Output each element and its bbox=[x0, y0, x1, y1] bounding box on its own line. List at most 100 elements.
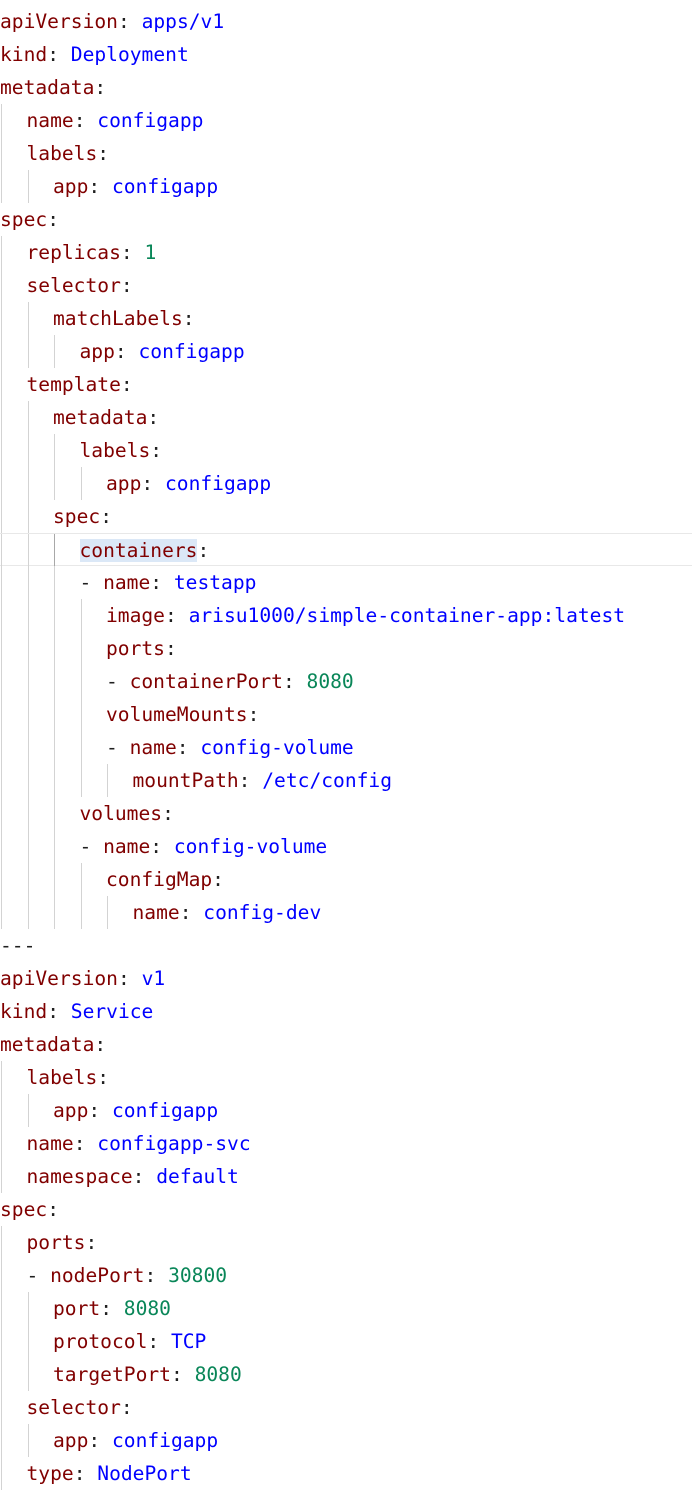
code-line[interactable]: name: configapp bbox=[0, 104, 692, 137]
yaml-key: volumeMounts bbox=[106, 703, 248, 726]
indent-guide bbox=[27, 534, 29, 567]
code-line[interactable]: metadata: bbox=[0, 1028, 692, 1061]
indent-guide bbox=[1, 1160, 2, 1193]
code-line[interactable]: spec: bbox=[0, 1193, 692, 1226]
indent-guide bbox=[80, 731, 82, 764]
code-line[interactable]: apiVersion: v1 bbox=[0, 962, 692, 995]
code-line[interactable]: metadata: bbox=[0, 71, 692, 104]
code-line[interactable]: containers: bbox=[0, 533, 692, 567]
code-line[interactable]: app: configapp bbox=[0, 467, 692, 500]
code-line[interactable]: ports: bbox=[0, 632, 692, 665]
indent-guide bbox=[54, 599, 55, 632]
code-line[interactable]: configMap: bbox=[0, 863, 692, 896]
indent-guide bbox=[1, 1358, 2, 1391]
yaml-colon: : bbox=[47, 1000, 59, 1023]
code-line[interactable]: name: configapp-svc bbox=[0, 1127, 692, 1160]
yaml-colon: : bbox=[120, 1396, 133, 1419]
yaml-colon: : bbox=[164, 604, 177, 627]
indent-guide bbox=[27, 1094, 29, 1127]
indent-guide bbox=[1, 1094, 2, 1127]
yaml-key: containers bbox=[79, 539, 198, 562]
code-line[interactable]: spec: bbox=[0, 203, 692, 236]
code-text: metadata: bbox=[0, 71, 106, 104]
code-line[interactable]: selector: bbox=[0, 1391, 692, 1424]
yaml-value: config-volume bbox=[200, 736, 354, 759]
indent-guide bbox=[1, 269, 2, 302]
yaml-value: config-volume bbox=[173, 835, 328, 858]
indent-guide bbox=[27, 170, 29, 203]
code-text: configMap: bbox=[106, 863, 224, 896]
code-line[interactable]: metadata: bbox=[0, 401, 692, 434]
code-line[interactable]: app: configapp bbox=[0, 1424, 692, 1457]
indent-guide bbox=[1, 665, 2, 698]
code-line[interactable]: selector: bbox=[0, 269, 692, 302]
code-line[interactable]: apiVersion: apps/v1 bbox=[0, 5, 692, 38]
yaml-space bbox=[189, 736, 201, 759]
code-line[interactable]: labels: bbox=[0, 137, 692, 170]
indent-guide bbox=[80, 863, 82, 896]
code-line[interactable]: port: 8080 bbox=[0, 1292, 692, 1325]
yaml-key: app bbox=[106, 472, 142, 495]
code-text: protocol: TCP bbox=[53, 1325, 206, 1358]
yaml-value: configapp bbox=[138, 340, 245, 363]
code-line[interactable]: matchLabels: bbox=[0, 302, 692, 335]
indent-guide bbox=[27, 335, 29, 368]
code-text: labels: bbox=[27, 1061, 110, 1094]
yaml-key: namespace bbox=[26, 1165, 133, 1188]
yaml-colon: : bbox=[120, 241, 133, 264]
code-line[interactable]: labels: bbox=[0, 1061, 692, 1094]
code-text: - containerPort: 8080 bbox=[106, 665, 354, 698]
code-line[interactable]: - nodePort: 30800 bbox=[0, 1259, 692, 1292]
indent-guide bbox=[27, 1325, 29, 1358]
code-line[interactable]: image: arisu1000/simple-container-app:la… bbox=[0, 599, 692, 632]
code-line[interactable]: app: configapp bbox=[0, 335, 692, 368]
yaml-space bbox=[144, 1165, 156, 1188]
indent-guide bbox=[27, 566, 29, 599]
code-line[interactable]: - name: config-volume bbox=[0, 830, 692, 863]
indent-guide bbox=[27, 467, 29, 500]
code-line[interactable]: namespace: default bbox=[0, 1160, 692, 1193]
code-line[interactable]: type: NodePort bbox=[0, 1457, 692, 1490]
code-line[interactable]: - containerPort: 8080 bbox=[0, 665, 692, 698]
code-line[interactable]: template: bbox=[0, 368, 692, 401]
code-text: volumes: bbox=[80, 797, 174, 830]
code-line[interactable]: targetPort: 8080 bbox=[0, 1358, 692, 1391]
indent-guide bbox=[1, 1391, 2, 1424]
code-line[interactable]: --- bbox=[0, 929, 692, 962]
code-line[interactable]: app: configapp bbox=[0, 170, 692, 203]
code-line[interactable]: app: configapp bbox=[0, 1094, 692, 1127]
indent-guide bbox=[54, 863, 55, 896]
document-separator: --- bbox=[0, 934, 36, 957]
indent-guide bbox=[27, 665, 29, 698]
yaml-colon: : bbox=[132, 1165, 145, 1188]
code-line[interactable]: volumeMounts: bbox=[0, 698, 692, 731]
code-line[interactable]: ports: bbox=[0, 1226, 692, 1259]
yaml-colon: : bbox=[238, 769, 251, 792]
code-line[interactable]: kind: Service bbox=[0, 995, 692, 1028]
indent-guide bbox=[27, 698, 29, 731]
yaml-colon: : bbox=[97, 1066, 110, 1089]
yaml-space bbox=[250, 769, 262, 792]
code-line[interactable]: labels: bbox=[0, 434, 692, 467]
code-line[interactable]: - name: testapp bbox=[0, 566, 692, 599]
yaml-key: name bbox=[129, 736, 177, 759]
code-line[interactable]: spec: bbox=[0, 500, 692, 533]
yaml-key: spec bbox=[0, 1198, 48, 1221]
code-line[interactable]: kind: Deployment bbox=[0, 38, 692, 71]
code-text: kind: Deployment bbox=[0, 38, 189, 71]
yaml-colon: : bbox=[100, 505, 112, 528]
code-editor[interactable]: apiVersion: apps/v1 kind: Deployment metad… bbox=[0, 0, 692, 1492]
code-line[interactable]: - name: config-volume bbox=[0, 731, 692, 764]
indent-guide bbox=[54, 698, 55, 731]
yaml-colon: : bbox=[141, 472, 154, 495]
code-line[interactable]: replicas: 1 bbox=[0, 236, 692, 269]
code-line[interactable]: mountPath: /etc/config bbox=[0, 764, 692, 797]
yaml-key: port bbox=[53, 1297, 101, 1320]
code-line[interactable]: protocol: TCP bbox=[0, 1325, 692, 1358]
code-line[interactable]: name: config-dev bbox=[0, 896, 692, 929]
code-line[interactable]: volumes: bbox=[0, 797, 692, 830]
code-text: - nodePort: 30800 bbox=[27, 1259, 228, 1292]
code-text: apiVersion: apps/v1 bbox=[0, 5, 224, 38]
code-text: app: configapp bbox=[80, 335, 245, 368]
indent-guide bbox=[27, 797, 29, 830]
